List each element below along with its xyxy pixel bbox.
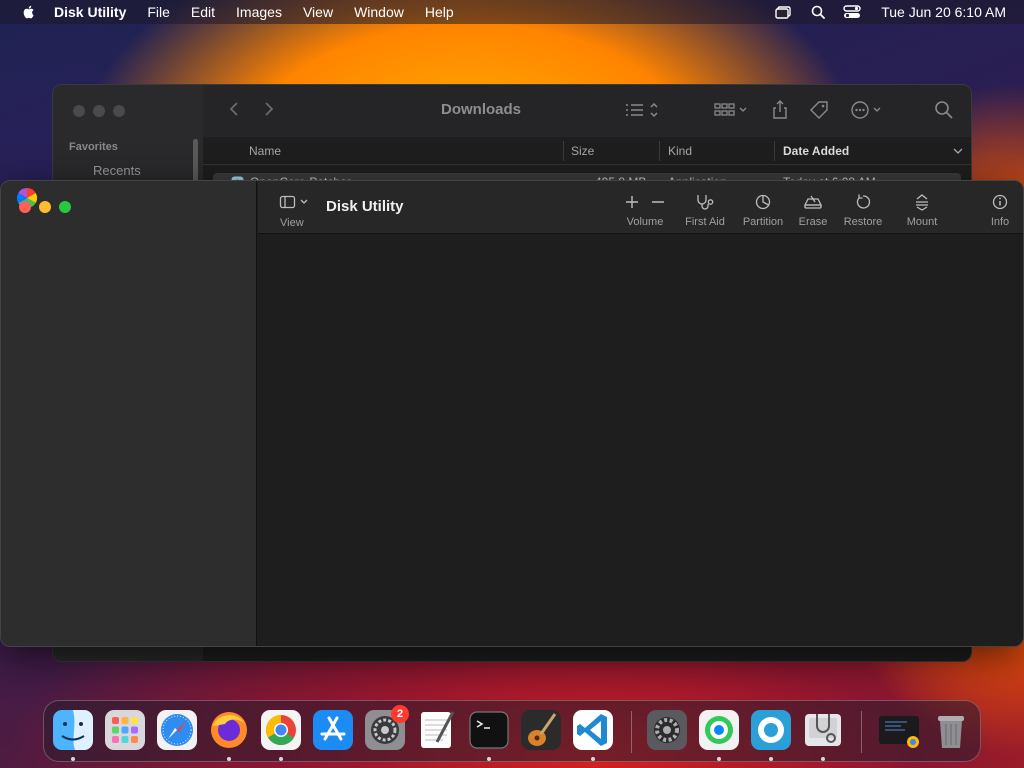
- sort-chevron-icon[interactable]: [953, 147, 963, 155]
- list-view-icon[interactable]: [623, 99, 661, 121]
- garageband-icon[interactable]: [519, 708, 563, 752]
- column-kind[interactable]: Kind: [668, 144, 692, 158]
- plus-minus-icon: [626, 196, 664, 208]
- menu-window[interactable]: Window: [354, 4, 404, 20]
- safari-icon[interactable]: [155, 708, 199, 752]
- screen-mirroring-icon[interactable]: [773, 4, 795, 20]
- column-name[interactable]: Name: [249, 144, 281, 158]
- eject-icon: [916, 194, 928, 211]
- menu-view[interactable]: View: [303, 4, 333, 20]
- disk-utility-sidebar[interactable]: [1, 181, 257, 646]
- mount-button[interactable]: Mount: [902, 193, 942, 231]
- control-center-icon[interactable]: [841, 4, 863, 20]
- first-aid-button[interactable]: First Aid: [678, 193, 732, 231]
- window-controls: [19, 201, 71, 213]
- zoom-button[interactable]: [59, 201, 71, 213]
- find-my-icon[interactable]: [697, 708, 741, 752]
- firefox-icon[interactable]: [207, 708, 251, 752]
- chrome-icon[interactable]: [259, 708, 303, 752]
- downloads-stack-icon[interactable]: [877, 708, 921, 752]
- sidebar-toggle-icon: [279, 195, 308, 209]
- volume-label: Volume: [626, 216, 664, 228]
- vscode-icon[interactable]: [571, 708, 615, 752]
- menu-extras: Tue Jun 20 6:10 AM: [761, 0, 1006, 24]
- mount-label: Mount: [906, 216, 938, 228]
- view-button[interactable]: View: [278, 193, 312, 231]
- disk-utility-icon[interactable]: [801, 708, 845, 752]
- erase-label: Erase: [798, 216, 828, 228]
- launchpad-icon[interactable]: [103, 708, 147, 752]
- disk-utility-helper-icon[interactable]: [749, 708, 793, 752]
- sidebar-item-recents[interactable]: Recents: [93, 163, 141, 178]
- group-icon[interactable]: [713, 99, 749, 121]
- system-settings-icon[interactable]: [645, 708, 689, 752]
- textedit-icon[interactable]: [415, 708, 459, 752]
- disk-utility-window: View Disk Utility Volume First Aid Parti…: [0, 180, 1024, 647]
- sidebar-section-favorites: Favorites: [69, 141, 118, 153]
- stethoscope-icon: [697, 195, 714, 210]
- finder-window-controls: [73, 105, 125, 117]
- search-icon[interactable]: [933, 99, 955, 121]
- forward-icon[interactable]: [258, 99, 278, 119]
- volume-button[interactable]: Volume: [620, 193, 670, 231]
- column-date-added[interactable]: Date Added: [783, 144, 849, 158]
- menu-app-name[interactable]: Disk Utility: [54, 4, 126, 20]
- menu-help[interactable]: Help: [425, 4, 454, 20]
- disk-utility-toolbar: View Disk Utility Volume First Aid Parti…: [258, 181, 1023, 234]
- info-icon: [992, 194, 1008, 210]
- column-size[interactable]: Size: [571, 144, 594, 158]
- search-icon[interactable]: [807, 4, 829, 20]
- restore-button[interactable]: Restore: [840, 193, 886, 231]
- dock: 2: [43, 700, 981, 762]
- menu-images[interactable]: Images: [236, 4, 282, 20]
- apple-menu-icon[interactable]: [18, 4, 40, 20]
- menu-file[interactable]: File: [147, 4, 170, 20]
- close-button[interactable]: [73, 105, 85, 117]
- app-store-icon[interactable]: [311, 708, 355, 752]
- window-title: Disk Utility: [326, 198, 404, 215]
- restore-label: Restore: [843, 216, 883, 228]
- minimize-button[interactable]: [93, 105, 105, 117]
- finder-title: Downloads: [441, 101, 522, 118]
- tag-icon[interactable]: [807, 99, 831, 121]
- pie-chart-icon: [755, 194, 771, 210]
- close-button[interactable]: [19, 201, 31, 213]
- restore-arrow-icon: [856, 194, 871, 209]
- finder-toolbar: Downloads: [203, 85, 971, 137]
- erase-disk-icon: [803, 195, 823, 209]
- info-label: Info: [990, 216, 1010, 228]
- menu-bar: Disk Utility File Edit Images View Windo…: [0, 0, 1024, 24]
- more-actions-icon[interactable]: [849, 99, 887, 121]
- finder-column-header: Name Size Kind Date Added: [203, 137, 971, 165]
- trash-icon[interactable]: [929, 708, 973, 752]
- info-button[interactable]: Info: [986, 193, 1014, 231]
- erase-button[interactable]: Erase: [796, 193, 830, 231]
- notification-badge: 2: [391, 705, 409, 723]
- share-icon[interactable]: [769, 99, 791, 121]
- finder-icon[interactable]: [51, 708, 95, 752]
- partition-button[interactable]: Partition: [738, 193, 788, 231]
- view-label: View: [280, 217, 304, 229]
- terminal-icon[interactable]: [467, 708, 511, 752]
- back-icon[interactable]: [225, 99, 245, 119]
- menu-clock[interactable]: Tue Jun 20 6:10 AM: [881, 4, 1006, 20]
- menu-edit[interactable]: Edit: [191, 4, 215, 20]
- partition-label: Partition: [742, 216, 784, 228]
- first-aid-label: First Aid: [685, 216, 725, 228]
- disk-utility-content: [258, 235, 1023, 646]
- minimize-button[interactable]: [39, 201, 51, 213]
- zoom-button[interactable]: [113, 105, 125, 117]
